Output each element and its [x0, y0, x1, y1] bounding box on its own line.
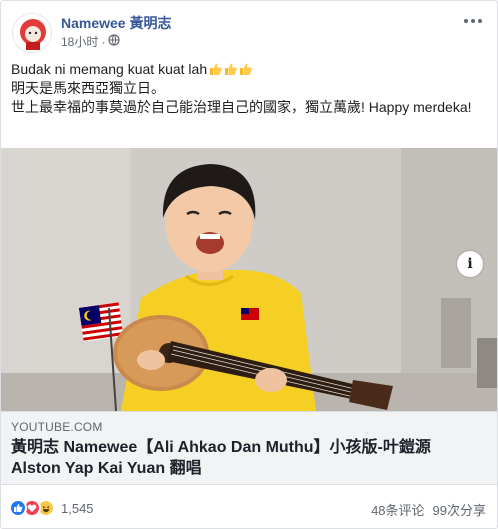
caption-line-3: 世上最幸福的事莫過於自己能治理自己的國家，獨立萬歲! Happy merdeka…	[11, 99, 472, 115]
thumbs-up-emojis	[209, 60, 254, 79]
post-author[interactable]: Namewee 黃明志	[61, 13, 171, 33]
video-thumbnail[interactable]	[1, 148, 497, 411]
post-meta: 18小时 ·	[61, 33, 120, 50]
engagement-stats: 48条评论 99次分享	[371, 500, 486, 519]
post-caption: Budak ni memang kuat kuat lah 明天是馬來西亞獨立日…	[11, 60, 489, 117]
post-time[interactable]: 18小时	[61, 33, 98, 50]
reaction-summary[interactable]: 1,545	[9, 499, 94, 517]
link-title[interactable]: 黃明志 Namewee【Ali Ahkao Dan Muthu】小孩版-叶鎧源 …	[11, 437, 481, 479]
like-icon	[9, 499, 27, 517]
globe-icon[interactable]	[108, 34, 120, 49]
page-avatar[interactable]	[12, 13, 52, 53]
info-icon[interactable]: i	[457, 251, 483, 277]
thumbs-up-icon	[240, 63, 252, 75]
feed-post: Namewee 黃明志 18小时 · Budak ni memang kuat …	[0, 0, 498, 529]
comments-count[interactable]: 48条评论	[371, 500, 424, 519]
more-dots-icon[interactable]	[461, 11, 485, 31]
caption-line-1: Budak ni memang kuat kuat lah	[11, 60, 489, 79]
thumbs-up-icon	[210, 63, 222, 75]
link-domain: YOUTUBE.COM	[11, 420, 103, 434]
reaction-count[interactable]: 1,545	[61, 501, 94, 516]
shares-count[interactable]: 99次分享	[433, 500, 486, 519]
thumbs-up-icon	[225, 63, 237, 75]
meta-separator: ·	[101, 34, 106, 49]
caption-line-2: 明天是馬來西亞獨立日。	[11, 80, 165, 96]
link-preview[interactable]: YOUTUBE.COM 黃明志 Namewee【Ali Ahkao Dan Mu…	[1, 411, 497, 485]
